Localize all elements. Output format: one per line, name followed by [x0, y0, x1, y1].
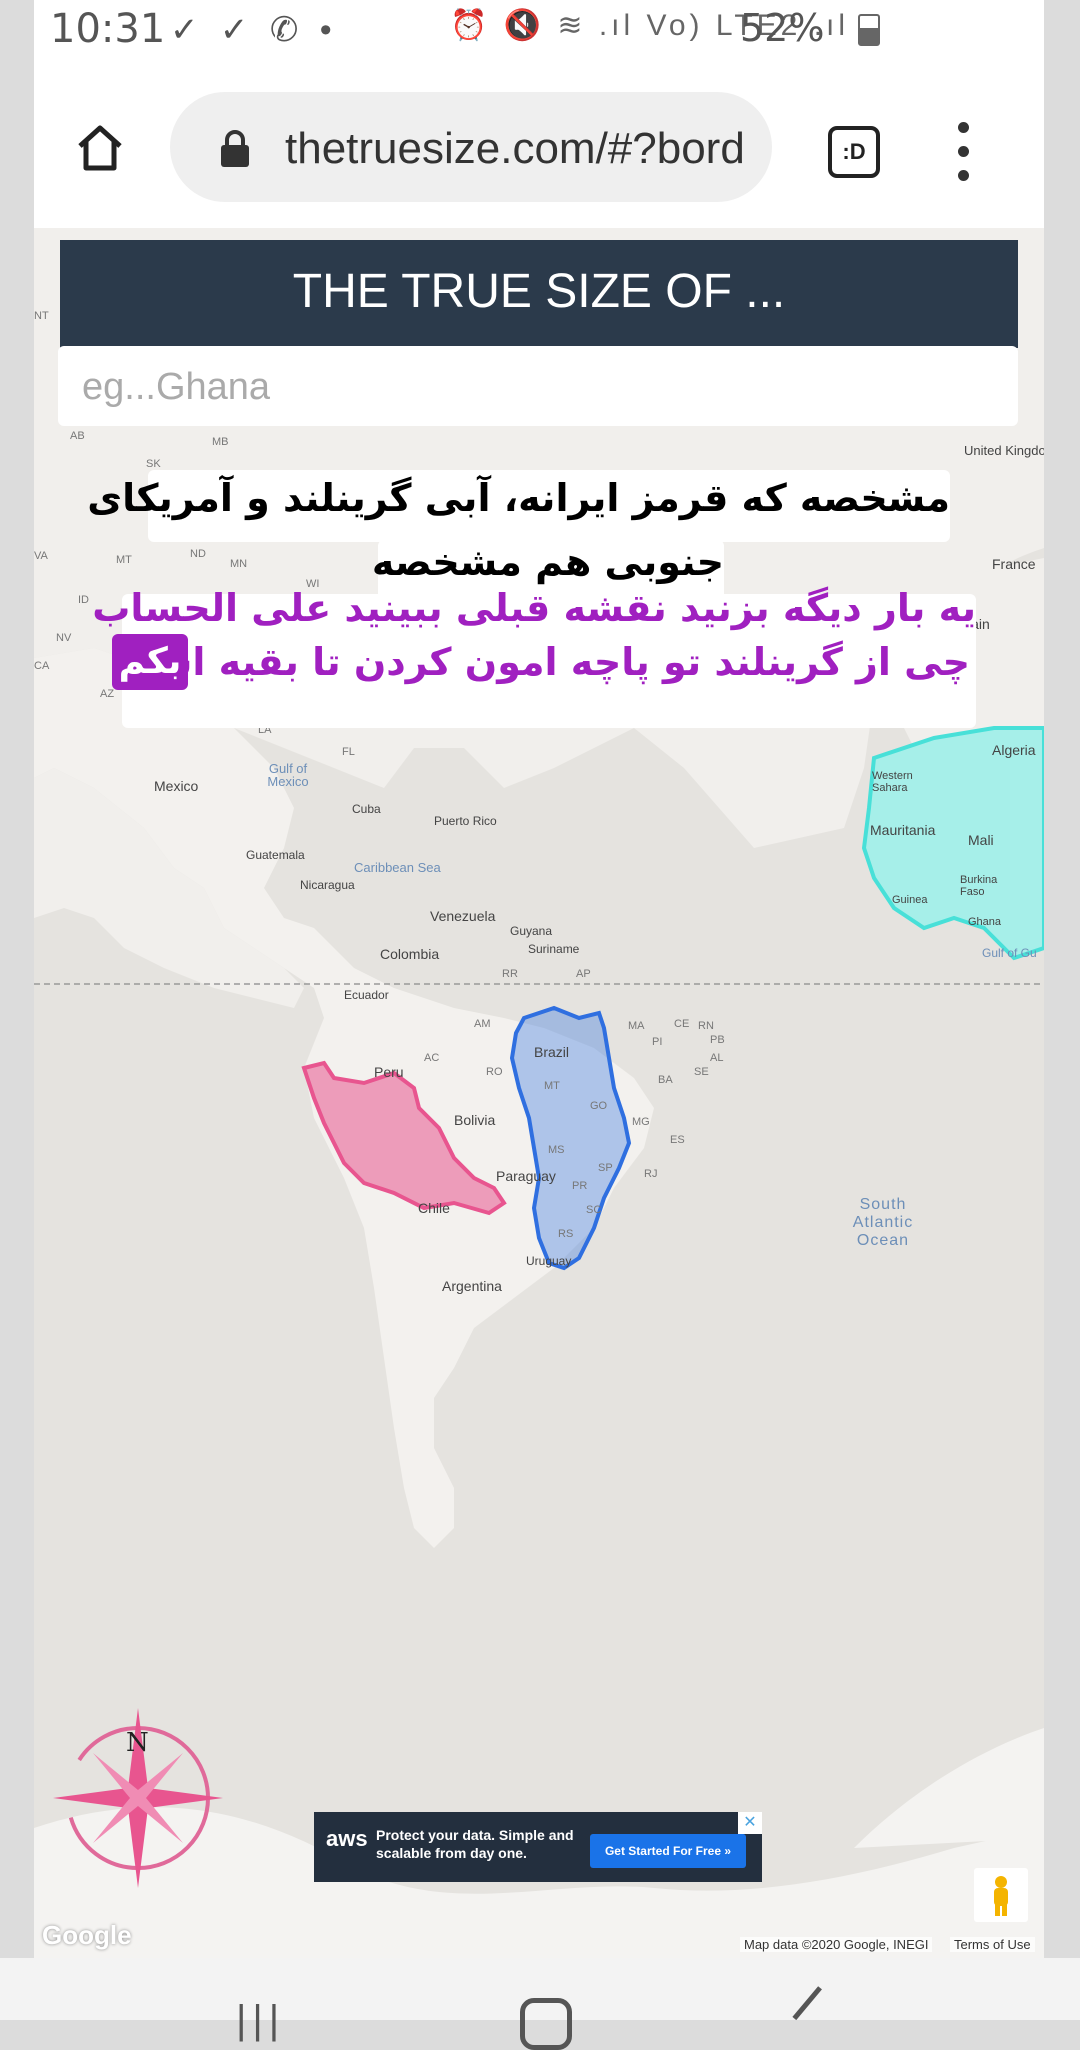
- map-label-colombia: Colombia: [380, 946, 440, 962]
- map-label-paraguay: Paraguay: [496, 1168, 556, 1184]
- state-code: AP: [576, 968, 591, 980]
- state-code: GO: [590, 1100, 608, 1112]
- map-label-guatemala: Guatemala: [246, 848, 305, 862]
- map-label-guyana: Guyana: [510, 924, 553, 938]
- map-label-ecuador: Ecuador: [344, 988, 389, 1002]
- state-code: AM: [474, 1018, 491, 1030]
- map-attribution: Map data ©2020 Google, INEGI: [740, 1937, 933, 1952]
- state-code: MT: [116, 554, 132, 566]
- state-code: ID: [78, 594, 89, 606]
- state-code: MB: [212, 436, 229, 448]
- caption-line: مشخصه که قرمز ایرانه، آبی گرینلند و آمری…: [87, 476, 950, 520]
- map-label-mauritania: Mauritania: [870, 822, 936, 838]
- map-label-chile: Chile: [418, 1200, 450, 1216]
- status-time: 10:31: [50, 6, 166, 52]
- nav-home-icon[interactable]: [520, 1998, 572, 2050]
- caption-line-purple: یه بار دیگه بزنید نقشه قبلی ببینید علی ا…: [92, 586, 976, 630]
- map-label-burkina-faso: Burkina Faso: [960, 874, 998, 898]
- map-label-brazil: Brazil: [534, 1044, 570, 1060]
- terms-link[interactable]: Terms of Use: [950, 1937, 1035, 1952]
- state-code: AC: [424, 1052, 440, 1064]
- pegman-icon[interactable]: [974, 1868, 1028, 1922]
- state-code: CE: [674, 1018, 690, 1030]
- state-code: AB: [70, 430, 85, 442]
- state-code: VA: [34, 550, 48, 562]
- state-code: AL: [710, 1052, 724, 1064]
- map-label-france: France: [992, 556, 1036, 572]
- country-search-input[interactable]: [80, 358, 984, 416]
- state-code: BA: [658, 1074, 673, 1086]
- state-code: NT: [34, 310, 49, 322]
- state-code: SP: [598, 1162, 613, 1174]
- battery-percent: 52%: [740, 6, 825, 50]
- state-code: RN: [698, 1020, 714, 1032]
- caption-line: جنوبی هم مشخصه: [371, 540, 724, 584]
- compass-letter: N: [126, 1728, 149, 1758]
- aws-logo: aws: [326, 1826, 368, 1851]
- state-code: PI: [652, 1036, 663, 1048]
- state-code: SE: [694, 1066, 709, 1078]
- ad-close-icon[interactable]: ✕: [738, 1812, 762, 1834]
- state-code: PB: [710, 1034, 725, 1046]
- state-code: RO: [486, 1066, 503, 1078]
- lock-icon[interactable]: [220, 130, 250, 168]
- state-code: RR: [502, 968, 518, 980]
- state-code: MN: [230, 558, 248, 570]
- ad-cta-button[interactable]: Get Started For Free »: [590, 1834, 746, 1868]
- state-code: PR: [572, 1180, 588, 1192]
- map-label-ghana: Ghana: [968, 916, 1002, 928]
- map-label-mexico: Mexico: [154, 778, 199, 794]
- state-code: ND: [190, 548, 206, 560]
- page-title: THE TRUE SIZE OF ...: [292, 265, 786, 318]
- state-code: RJ: [644, 1168, 658, 1180]
- map-label-gulf-of-mexico: Gulf of Mexico: [267, 761, 309, 789]
- map-label-guinea: Guinea: [892, 894, 928, 906]
- map-label-cuba: Cuba: [352, 802, 381, 816]
- google-logo: Google: [42, 1920, 132, 1950]
- map-label-nicaragua: Nicaragua: [300, 878, 355, 892]
- caption-highlight-word: بکم: [112, 634, 188, 690]
- state-code: SK: [146, 458, 161, 470]
- state-code: AZ: [100, 688, 115, 700]
- map-label-western-sahara: Western Sahara: [872, 770, 913, 794]
- caption-line-purple: چی از گرینلند تو پاچه امون کردن تا بقیه …: [131, 640, 970, 684]
- state-code: NV: [56, 632, 72, 644]
- map-label-south-atlantic: South Atlantic Ocean: [852, 1196, 914, 1249]
- map-label-peru: Peru: [374, 1064, 404, 1080]
- map-label-united-kingdom: United Kingdom: [964, 443, 1044, 458]
- menu-dots-icon[interactable]: [954, 122, 974, 182]
- map-label-argentina: Argentina: [442, 1278, 502, 1294]
- map-label-suriname: Suriname: [528, 942, 580, 956]
- state-code: RS: [558, 1228, 574, 1240]
- map-label-venezuela: Venezuela: [430, 908, 496, 924]
- map-label-gulf-of-guinea: Gulf of Gu: [982, 946, 1037, 960]
- state-code: ES: [670, 1134, 685, 1146]
- ad-text: Protect your data. Simple and scalable f…: [376, 1827, 574, 1861]
- state-code: SC: [586, 1204, 602, 1216]
- state-code: MA: [628, 1020, 645, 1032]
- battery-fill: [860, 28, 878, 44]
- url-text[interactable]: thetruesize.com/#?bord: [285, 124, 775, 174]
- map-label-uruguay: Uruguay: [526, 1254, 572, 1268]
- notification-icons: ✓ ✓ ✆ •: [170, 11, 338, 49]
- map-label-caribbean-sea: Caribbean Sea: [354, 860, 441, 875]
- map-label-puerto-rico: Puerto Rico: [434, 814, 497, 828]
- state-code: MS: [548, 1144, 565, 1156]
- map-label-algeria: Algeria: [992, 742, 1036, 758]
- map-label-bolivia: Bolivia: [454, 1112, 496, 1128]
- map-label-mali: Mali: [968, 832, 994, 848]
- tab-switcher-button[interactable]: :D: [828, 126, 880, 178]
- home-icon[interactable]: [76, 124, 124, 172]
- state-code: MG: [632, 1116, 650, 1128]
- state-code: MT: [544, 1080, 560, 1092]
- state-code: FL: [342, 746, 355, 758]
- state-code: CA: [34, 660, 50, 672]
- recent-apps-icon[interactable]: |||: [236, 1998, 285, 2043]
